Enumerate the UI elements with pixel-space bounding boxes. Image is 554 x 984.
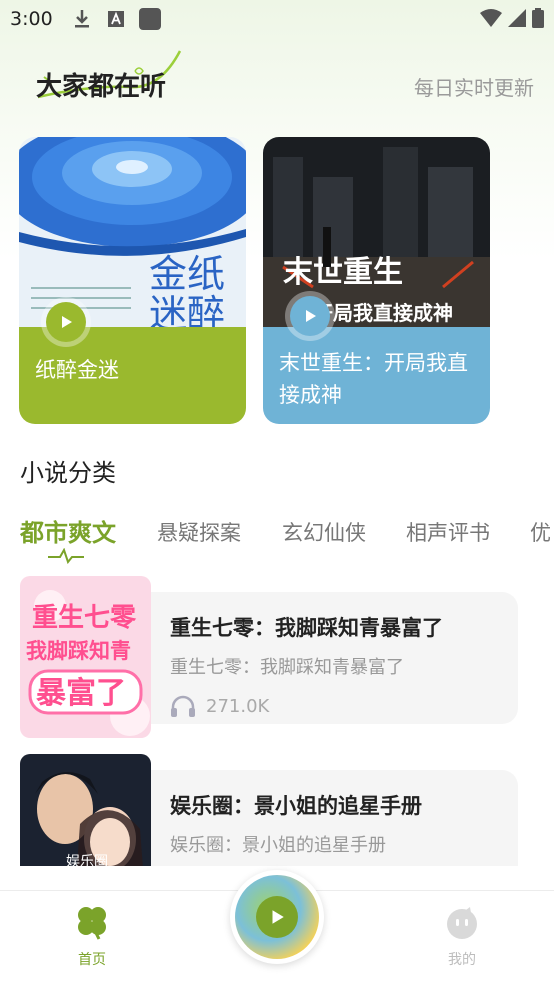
list-item-plays: 271.0K xyxy=(170,694,269,718)
play-icon xyxy=(62,316,72,328)
now-playing-disc[interactable] xyxy=(230,870,324,964)
list-item-title: 娱乐圈：景小姐的追星手册 xyxy=(170,794,422,818)
featured-card-2[interactable]: 末世重生 开局我直接成神 末世重生：开局我直接成神 xyxy=(263,137,490,424)
play-icon xyxy=(272,910,284,924)
tab-urban[interactable]: 都市爽文 xyxy=(20,513,116,548)
featured-title-1: 纸醉金迷 xyxy=(35,358,119,382)
featured-title-2: 末世重生：开局我直接成神 xyxy=(279,351,468,407)
disc-cover xyxy=(235,875,319,959)
svg-text:末世重生: 末世重生 xyxy=(283,255,403,290)
wifi-icon xyxy=(480,9,502,31)
font-icon xyxy=(105,8,127,30)
list-item[interactable]: 娱乐圈 娱乐圈：景小姐的追星手册 娱乐圈：景小姐的追星手册 xyxy=(20,754,518,866)
play-count: 271.0K xyxy=(206,695,270,717)
profile-icon xyxy=(447,907,477,939)
tab-crosstalk[interactable]: 相声评书 xyxy=(406,517,490,547)
status-bar: 3:00 xyxy=(0,0,554,38)
tab-mystery[interactable]: 悬疑探案 xyxy=(157,517,241,547)
svg-text:迷醉: 迷醉 xyxy=(149,292,225,327)
svg-text:暴富了: 暴富了 xyxy=(36,676,126,711)
app-square-icon xyxy=(138,8,161,30)
active-tab-indicator xyxy=(48,548,84,564)
clover-icon xyxy=(78,907,106,940)
featured-card-1[interactable]: 金纸 迷醉 纸醉金迷 xyxy=(19,137,246,424)
list-item[interactable]: 重生七零 我脚踩知青 暴富了 重生七零：我脚踩知青暴富了 重生七零：我脚踩知青暴… xyxy=(20,576,518,738)
category-tabs: 都市爽文 悬疑探案 玄幻仙侠 相声评书 优 xyxy=(20,513,554,553)
list-item-subtitle: 娱乐圈：景小姐的追星手册 xyxy=(170,835,386,856)
nav-home-label: 首页 xyxy=(78,952,106,968)
tab-more[interactable]: 优 xyxy=(530,517,551,547)
play-icon xyxy=(306,310,316,322)
svg-text:娱乐圈: 娱乐圈 xyxy=(66,854,108,866)
list-item-subtitle: 重生七零：我脚踩知青暴富了 xyxy=(170,657,404,678)
battery-icon xyxy=(532,8,544,32)
play-button[interactable] xyxy=(285,291,335,341)
disc-play-button[interactable] xyxy=(256,896,298,938)
section-title-categories: 小说分类 xyxy=(20,459,116,487)
svg-text:我脚踩知青: 我脚踩知青 xyxy=(26,639,131,663)
daily-update-label: 每日实时更新 xyxy=(414,76,534,100)
headphones-icon xyxy=(171,695,195,717)
list-item-title: 重生七零：我脚踩知青暴富了 xyxy=(170,616,443,640)
signal-icon xyxy=(508,9,526,31)
svg-text:重生七零: 重生七零 xyxy=(32,603,137,633)
list-cover-2: 娱乐圈 xyxy=(20,754,151,866)
svg-text:金纸: 金纸 xyxy=(149,252,225,296)
nav-mine-label: 我的 xyxy=(448,952,476,968)
list-cover-1: 重生七零 我脚踩知青 暴富了 xyxy=(20,576,151,738)
nav-mine[interactable]: 我的 xyxy=(422,905,502,969)
status-time: 3:00 xyxy=(10,8,53,30)
play-button[interactable] xyxy=(41,297,91,347)
tab-fantasy[interactable]: 玄幻仙侠 xyxy=(282,517,366,547)
download-icon xyxy=(71,8,93,30)
section-title-popular: 大家都在听 xyxy=(36,72,167,102)
nav-home[interactable]: 首页 xyxy=(52,905,132,969)
featured-cover-1: 金纸 迷醉 xyxy=(19,137,246,327)
